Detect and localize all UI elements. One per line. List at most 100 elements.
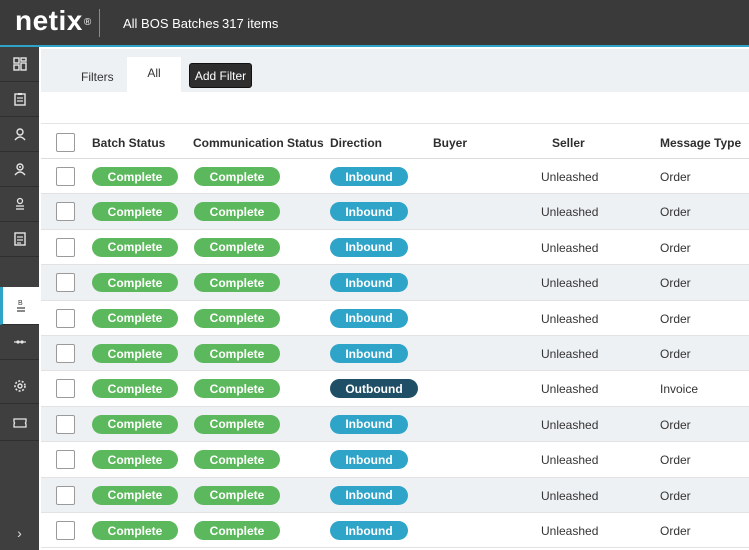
column-direction[interactable]: Direction [330, 136, 382, 150]
message-type-cell: Order [660, 488, 691, 503]
table-row[interactable]: Complete Complete Inbound Unleashed Order [41, 194, 749, 230]
direction-badge: Inbound [330, 308, 408, 328]
column-message-type[interactable]: Message Type [660, 136, 741, 150]
row-checkbox[interactable] [56, 485, 75, 505]
sidebar-item-batches[interactable]: B [0, 287, 39, 325]
direction-badge: Inbound [330, 521, 408, 540]
table-row[interactable]: Complete Complete Inbound Unleashed Order [41, 159, 749, 195]
tab-all[interactable]: All [127, 57, 181, 92]
seller-cell: Unleashed [541, 382, 599, 397]
sidebar-item-document[interactable] [0, 222, 39, 257]
communication-status-badge: Complete [194, 202, 280, 222]
communication-status-badge: Complete [194, 379, 280, 399]
row-checkbox[interactable] [56, 344, 75, 363]
document-icon [13, 232, 26, 246]
message-type-cell: Order [660, 347, 691, 361]
message-type-cell: Invoice [660, 382, 699, 397]
stack-icon [15, 197, 24, 210]
row-checkbox[interactable] [56, 167, 75, 186]
direction-badge: Inbound [330, 344, 408, 363]
batch-status-badge: Complete [92, 521, 178, 540]
direction-badge: Inbound [330, 202, 408, 222]
connection-icon [13, 340, 26, 344]
select-all-checkbox[interactable] [56, 133, 75, 152]
batch-status-badge: Complete [92, 167, 178, 186]
batch-status-badge: Complete [92, 414, 178, 434]
message-type-cell: Order [660, 170, 691, 184]
batch-status-badge: Complete [92, 273, 178, 293]
sidebar-item-buyer[interactable] [0, 117, 39, 152]
table-row[interactable]: Complete Complete Inbound Unleashed Order [41, 301, 749, 336]
batch-icon: B [17, 300, 25, 312]
row-checkbox[interactable] [56, 202, 75, 222]
column-seller[interactable]: Seller [552, 136, 585, 150]
sidebar-expand-button[interactable]: › [0, 516, 39, 550]
seller-cell: Unleashed [541, 276, 599, 291]
batch-status-badge: Complete [92, 485, 178, 505]
sidebar-item-clipboard[interactable] [0, 82, 39, 117]
direction-badge: Outbound [330, 379, 418, 399]
table-row[interactable]: Complete Complete Inbound Unleashed Order [41, 442, 749, 478]
sidebar-item-seller[interactable] [0, 152, 39, 187]
direction-badge: Inbound [330, 450, 408, 470]
direction-badge: Inbound [330, 273, 408, 293]
row-checkbox[interactable] [56, 379, 75, 399]
table-row[interactable]: Complete Complete Inbound Unleashed Order [41, 265, 749, 301]
gear-icon [13, 380, 26, 392]
communication-status-badge: Complete [194, 450, 280, 470]
add-filter-button[interactable]: Add Filter [189, 63, 252, 88]
registered-mark: ® [83, 17, 92, 29]
page-title: All BOS Batches [123, 16, 220, 31]
communication-status-badge: Complete [194, 308, 280, 328]
message-type-cell: Order [660, 453, 691, 468]
column-buyer[interactable]: Buyer [433, 136, 467, 150]
communication-status-badge: Complete [194, 485, 280, 505]
row-checkbox[interactable] [56, 450, 75, 470]
table-row[interactable]: Complete Complete Inbound Unleashed Order [41, 513, 749, 549]
table-row[interactable]: Complete Complete Inbound Unleashed Order [41, 336, 749, 372]
direction-badge: Inbound [330, 414, 408, 434]
row-checkbox[interactable] [56, 273, 75, 293]
batch-status-badge: Complete [92, 344, 178, 363]
seller-cell: Unleashed [541, 205, 599, 220]
direction-badge: Inbound [330, 167, 408, 186]
seller-cell: Unleashed [541, 240, 599, 255]
row-checkbox[interactable] [56, 237, 75, 257]
top-bar: netix® All BOS Batches 317 items [0, 0, 749, 47]
column-communication-status[interactable]: Communication Status [193, 136, 324, 150]
row-checkbox[interactable] [56, 308, 75, 328]
netix-logo[interactable]: netix® [15, 5, 92, 37]
table-row[interactable]: Complete Complete Inbound Unleashed Order [41, 230, 749, 266]
seller-cell: Unleashed [541, 488, 599, 503]
communication-status-badge: Complete [194, 521, 280, 540]
sidebar-item-dashboard[interactable] [0, 47, 39, 82]
ticket-icon [12, 418, 27, 428]
clipboard-icon [13, 93, 26, 106]
communication-status-badge: Complete [194, 273, 280, 293]
table-header: Batch Status Communication Status Direct… [41, 123, 749, 159]
seller-cell: Unleashed [541, 311, 599, 326]
row-checkbox[interactable] [56, 521, 75, 540]
seller-cell: Unleashed [541, 524, 599, 538]
dashboard-icon [12, 57, 27, 71]
seller-cell: Unleashed [541, 347, 599, 361]
buyer-icon [13, 128, 26, 141]
sidebar-item-tickets[interactable] [0, 406, 39, 441]
batch-status-badge: Complete [92, 202, 178, 222]
tab-filters[interactable]: Filters [81, 70, 114, 84]
row-checkbox[interactable] [56, 414, 75, 434]
sidebar-item-connections[interactable] [0, 325, 39, 360]
table-row[interactable]: Complete Complete Outbound Unleashed Invoice [41, 371, 749, 407]
sidebar-item-stack[interactable] [0, 187, 39, 222]
sidebar-item-settings[interactable] [0, 369, 39, 404]
seller-cell: Unleashed [541, 417, 599, 432]
column-batch-status[interactable]: Batch Status [92, 136, 165, 150]
table-row[interactable]: Complete Complete Inbound Unleashed Order [41, 406, 749, 443]
direction-badge: Inbound [330, 237, 408, 257]
top-divider [99, 9, 100, 37]
table-row[interactable]: Complete Complete Inbound Unleashed Order [41, 477, 749, 513]
communication-status-badge: Complete [194, 414, 280, 434]
item-count: 317 items [222, 16, 279, 31]
sidebar: B › [0, 47, 39, 550]
seller-cell: Unleashed [541, 453, 599, 468]
